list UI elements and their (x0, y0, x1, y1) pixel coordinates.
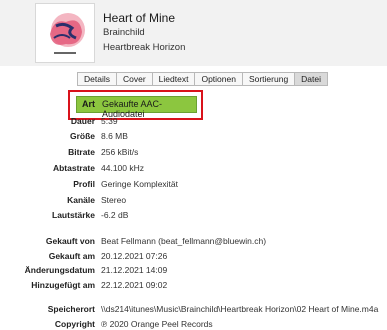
copyright-label: Copyright (54, 319, 95, 329)
property-label: Profil (73, 179, 95, 189)
purchase-row-date: Gekauft am 20.12.2021 07:26 (0, 251, 387, 262)
property-label: Abtastrate (52, 163, 95, 173)
copyright-value: ℗ 2020 Orange Peel Records (101, 319, 213, 329)
purchase-value: 21.12.2021 14:09 (101, 265, 168, 275)
property-value: 8.6 MB (101, 131, 128, 141)
purchase-label: Gekauft am (48, 251, 95, 261)
property-label: Größe (69, 131, 95, 141)
tab-details[interactable]: Details (78, 73, 117, 85)
purchase-value: 20.12.2021 07:26 (101, 251, 168, 261)
song-artist: Brainchild (103, 27, 145, 38)
property-value: 5:39 (101, 116, 118, 126)
property-value: 256 kBit/s (101, 147, 139, 157)
property-row-size: Größe 8.6 MB (0, 131, 387, 142)
purchase-row-buyer: Gekauft von Beat Fellmann (beat_fellmann… (0, 236, 387, 247)
property-row-duration: Dauer 5:39 (0, 116, 387, 127)
tab-file[interactable]: Datei (295, 73, 328, 85)
property-value: 44.100 kHz (101, 163, 144, 173)
property-value: -6.2 dB (101, 210, 129, 220)
location-label: Speicherort (47, 304, 95, 314)
property-value: Stereo (101, 195, 127, 205)
purchase-label: Hinzugefügt am (31, 280, 95, 290)
kind-label: Art (82, 99, 95, 109)
property-value: Geringe Komplexität (101, 179, 179, 189)
song-title: Heart of Mine (103, 11, 176, 25)
location-row: Speicherort \\ds214\itunes\Music\Brainch… (0, 304, 387, 315)
property-row-profile: Profil Geringe Komplexität (0, 179, 387, 190)
tab-cover[interactable]: Cover (117, 73, 153, 85)
location-path[interactable]: \\ds214\itunes\Music\Brainchild\Heartbre… (101, 304, 378, 314)
property-row-channels: Kanäle Stereo (0, 195, 387, 206)
tab-lyrics[interactable]: Liedtext (153, 73, 196, 85)
property-row-volume: Lautstärke -6.2 dB (0, 210, 387, 221)
song-header: Heart of Mine Brainchild Heartbreak Hori… (0, 0, 387, 66)
song-album: Heartbreak Horizon (103, 42, 186, 53)
property-label: Dauer (70, 116, 95, 126)
copyright-row: Copyright ℗ 2020 Orange Peel Records (0, 319, 387, 330)
property-label: Lautstärke (52, 210, 95, 220)
album-artwork (35, 3, 95, 63)
property-label: Bitrate (68, 147, 95, 157)
purchase-label: Gekauft von (45, 236, 95, 246)
tab-options[interactable]: Optionen (195, 73, 243, 85)
property-row-samplerate: Abtastrate 44.100 kHz (0, 163, 387, 174)
kind-row: Art Gekaufte AAC-Audiodatei (76, 96, 197, 119)
property-row-bitrate: Bitrate 256 kBit/s (0, 147, 387, 158)
tab-sorting[interactable]: Sortierung (243, 73, 296, 85)
info-tabs: Details Cover Liedtext Optionen Sortieru… (77, 72, 329, 86)
purchase-value: 22.12.2021 09:02 (101, 280, 168, 290)
purchase-label: Änderungsdatum (24, 265, 95, 275)
purchase-value: Beat Fellmann (beat_fellmann@bluewin.ch) (101, 236, 267, 246)
property-label: Kanäle (67, 195, 95, 205)
album-art-image (36, 4, 94, 62)
purchase-row-modified: Änderungsdatum 21.12.2021 14:09 (0, 265, 387, 276)
purchase-row-added: Hinzugefügt am 22.12.2021 09:02 (0, 280, 387, 291)
